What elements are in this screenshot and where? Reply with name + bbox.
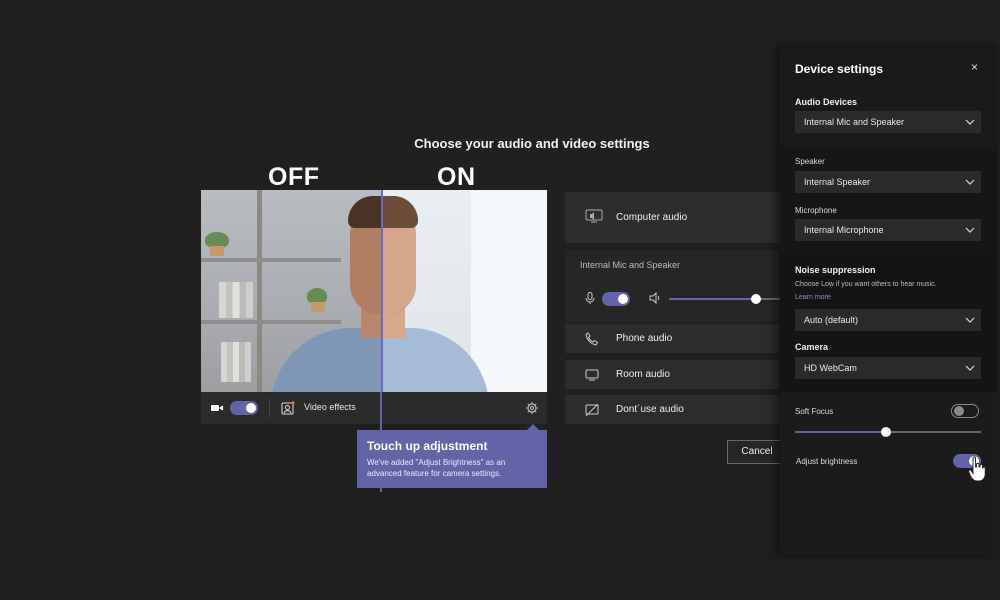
computer-audio-icon <box>585 209 603 223</box>
microphone-icon <box>585 292 595 304</box>
speaker-volume-slider[interactable] <box>669 294 780 304</box>
microphone-label: Microphone <box>795 206 837 215</box>
tooltip-title: Touch up adjustment <box>367 439 488 453</box>
video-effects-icon[interactable] <box>281 401 295 415</box>
phone-audio-option[interactable]: Phone audio <box>565 324 780 353</box>
audio-device-panel: Internal Mic and Speaker <box>565 250 780 322</box>
soft-focus-thumb[interactable] <box>881 427 891 437</box>
phone-icon <box>585 332 599 346</box>
speaker-label: Speaker <box>795 157 825 166</box>
microphone-toggle[interactable] <box>602 292 630 306</box>
compare-divider <box>381 190 383 392</box>
soft-focus-toggle[interactable] <box>951 404 979 418</box>
noise-suppression-label: Noise suppression <box>795 265 876 275</box>
tooltip-body: We've added "Adjust Brightness" as an ad… <box>367 458 506 478</box>
learn-more-link[interactable]: Learn more <box>795 294 831 301</box>
volume-thumb[interactable] <box>751 294 761 304</box>
page-title: Choose your audio and video settings <box>414 136 650 151</box>
adjust-brightness-label: Adjust brightness <box>796 457 858 466</box>
speaker-dropdown[interactable]: Internal Speaker <box>795 171 981 193</box>
chevron-down-icon <box>965 179 975 185</box>
gear-icon[interactable] <box>525 401 539 415</box>
audio-device-name: Internal Mic and Speaker <box>580 260 681 270</box>
chevron-down-icon <box>965 317 975 323</box>
audio-devices-label: Audio Devices <box>795 97 858 107</box>
noise-suppression-dropdown[interactable]: Auto (default) <box>795 309 981 331</box>
device-settings-panel: Device settings × Audio Devices Internal… <box>780 46 997 554</box>
chevron-down-icon <box>965 227 975 233</box>
camera-toggle[interactable] <box>230 401 258 415</box>
cancel-button[interactable]: Cancel <box>727 440 787 464</box>
dont-use-audio-label: Dont´use audio <box>616 404 684 415</box>
chevron-down-icon <box>965 119 975 125</box>
computer-audio-label: Computer audio <box>616 212 688 223</box>
soft-focus-slider[interactable] <box>795 427 981 437</box>
room-audio-option[interactable]: Room audio <box>565 360 780 389</box>
phone-audio-label: Phone audio <box>616 333 673 344</box>
video-effects-button[interactable]: Video effects <box>304 402 356 412</box>
close-icon[interactable]: × <box>971 60 978 74</box>
touch-up-tooltip: Touch up adjustment We've added "Adjust … <box>357 430 547 488</box>
device-settings-title: Device settings <box>795 62 884 76</box>
speaker-icon <box>649 292 660 304</box>
video-toolbar: Video effects <box>201 392 547 424</box>
noise-suppression-help: Choose Low if you want others to hear mu… <box>795 281 937 288</box>
room-audio-icon <box>585 369 599 381</box>
soft-focus-label: Soft Focus <box>795 407 834 416</box>
computer-audio-option[interactable]: Computer audio <box>565 192 780 243</box>
audio-devices-dropdown[interactable]: Internal Mic and Speaker <box>795 111 981 133</box>
camera-dropdown[interactable]: HD WebCam <box>795 357 981 379</box>
mouse-cursor-icon <box>968 456 986 482</box>
room-audio-label: Room audio <box>616 369 670 380</box>
camera-icon <box>211 405 223 411</box>
compare-on-label: ON <box>437 163 476 191</box>
dont-use-audio-option[interactable]: Dont´use audio <box>565 395 780 424</box>
microphone-dropdown[interactable]: Internal Microphone <box>795 219 981 241</box>
chevron-down-icon <box>965 365 975 371</box>
camera-label: Camera <box>795 342 829 352</box>
no-audio-icon <box>585 403 599 417</box>
compare-off-label: OFF <box>268 163 320 191</box>
video-preview <box>201 190 547 392</box>
